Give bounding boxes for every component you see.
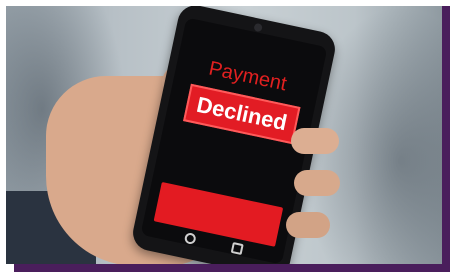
frame-shadow-right: [442, 6, 450, 272]
photo: Payment Declined: [6, 6, 442, 264]
recents-square-icon[interactable]: [230, 241, 244, 256]
frame-shadow-bottom: [14, 264, 450, 272]
finger-ring: [286, 212, 330, 238]
action-button[interactable]: [153, 181, 284, 247]
image-frame: Payment Declined: [0, 0, 450, 272]
home-circle-icon[interactable]: [183, 232, 197, 246]
declined-text: Declined: [194, 91, 290, 136]
front-camera-icon: [253, 22, 263, 33]
finger-middle: [294, 170, 340, 196]
finger-index: [291, 128, 339, 154]
